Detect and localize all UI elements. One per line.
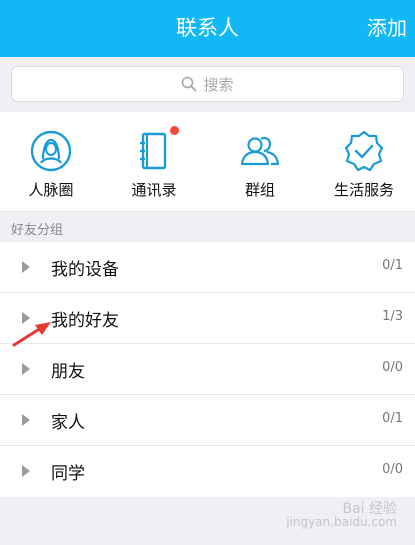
person-circle-icon (30, 130, 72, 172)
section-title: 好友分组 (11, 223, 64, 238)
section-header: 好友分组 (0, 212, 415, 242)
group-name: 同学 (51, 464, 85, 484)
notification-badge (170, 126, 179, 135)
group-name: 家人 (51, 413, 85, 433)
search-icon (182, 76, 197, 92)
annotation-arrow-icon (12, 322, 51, 347)
expand-arrow-icon (22, 363, 30, 375)
group-count: 0/0 (382, 462, 403, 477)
group-row-devices[interactable]: 我的设备 0/1 (0, 242, 415, 293)
quick-action-label: 生活服务 (333, 181, 394, 199)
quick-action-label: 群组 (244, 181, 275, 199)
group-name: 我的好友 (51, 311, 119, 331)
quick-action-address-book[interactable]: 通讯录 (104, 112, 204, 212)
group-row-friends[interactable]: 朋友 0/0 (0, 344, 415, 395)
group-count: 0/1 (382, 258, 403, 273)
expand-arrow-icon (22, 414, 30, 426)
expand-arrow-icon (22, 465, 30, 477)
group-count: 1/3 (382, 309, 403, 324)
expand-arrow-icon (22, 261, 30, 273)
quick-action-life-services[interactable]: 生活服务 (314, 112, 414, 212)
page-title: 联系人 (176, 16, 239, 40)
group-name: 我的设备 (51, 260, 119, 280)
group-row-my-friends[interactable]: 我的好友 1/3 (0, 293, 415, 344)
quick-action-groups[interactable]: 群组 (210, 112, 310, 212)
watermark-url: jingyan.baidu.com (286, 515, 397, 529)
top-bar: 联系人 添加 (0, 0, 415, 57)
add-button[interactable]: 添加 (367, 0, 407, 57)
quick-action-contacts-circle[interactable]: 人脉圈 (1, 112, 101, 212)
group-count: 0/1 (382, 411, 403, 426)
group-name: 朋友 (51, 362, 85, 382)
search-placeholder: 搜索 (203, 75, 234, 94)
friend-group-list: 我的设备 0/1 我的好友 1/3 朋友 0/0 家人 0/1 同学 0/0 (0, 242, 415, 497)
watermark: Bai 经验 jingyan.baidu.com (286, 502, 397, 529)
quick-actions: 人脉圈 通讯录 群组 生活服务 (0, 112, 415, 212)
group-icon (240, 136, 280, 166)
quick-action-label: 人脉圈 (28, 181, 74, 199)
quick-action-label: 通讯录 (131, 181, 177, 199)
group-count: 0/0 (382, 360, 403, 375)
search-input[interactable]: 搜索 (11, 66, 404, 102)
group-row-classmates[interactable]: 同学 0/0 (0, 446, 415, 497)
search-area: 搜索 (0, 57, 415, 112)
badge-check-icon (344, 130, 384, 172)
group-row-family[interactable]: 家人 0/1 (0, 395, 415, 446)
address-book-icon (140, 132, 167, 170)
